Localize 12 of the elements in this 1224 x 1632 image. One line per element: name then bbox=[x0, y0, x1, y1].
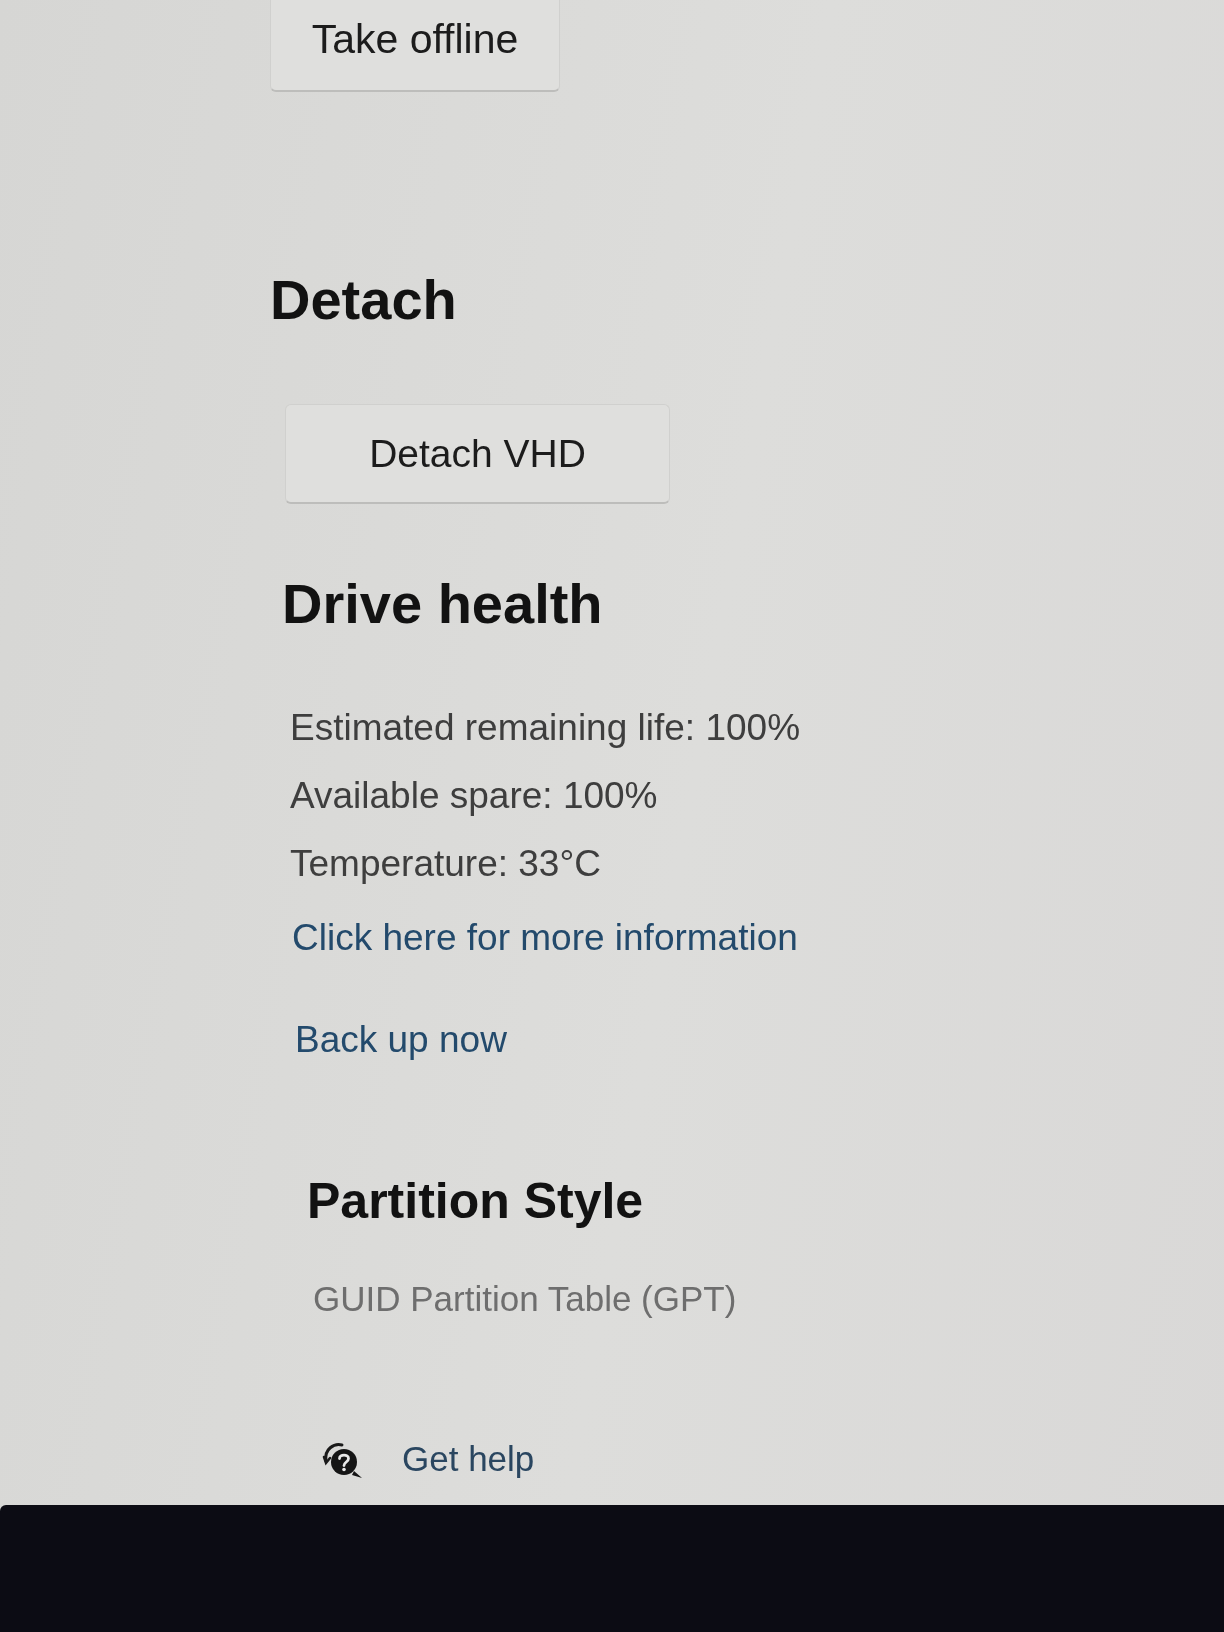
more-information-link[interactable]: Click here for more information bbox=[292, 904, 798, 972]
health-info-text: Estimated remaining life: 100% bbox=[290, 706, 801, 750]
section-heading: Drive health bbox=[282, 571, 603, 637]
detach-vhd-button[interactable]: Detach VHD bbox=[285, 404, 670, 504]
health-info-text: Temperature: 33°C bbox=[290, 842, 601, 886]
back-up-now-link[interactable]: Back up now bbox=[295, 1006, 507, 1074]
section-heading: Partition Style bbox=[307, 1172, 644, 1231]
section-heading: Detach bbox=[270, 267, 457, 333]
partition-style-value: GUID Partition Table (GPT) bbox=[313, 1278, 737, 1320]
health-info-text: Available spare: 100% bbox=[290, 774, 658, 818]
get-help-link[interactable]: Get help bbox=[320, 1429, 535, 1489]
take-offline-button[interactable]: Take offline bbox=[270, 0, 560, 92]
